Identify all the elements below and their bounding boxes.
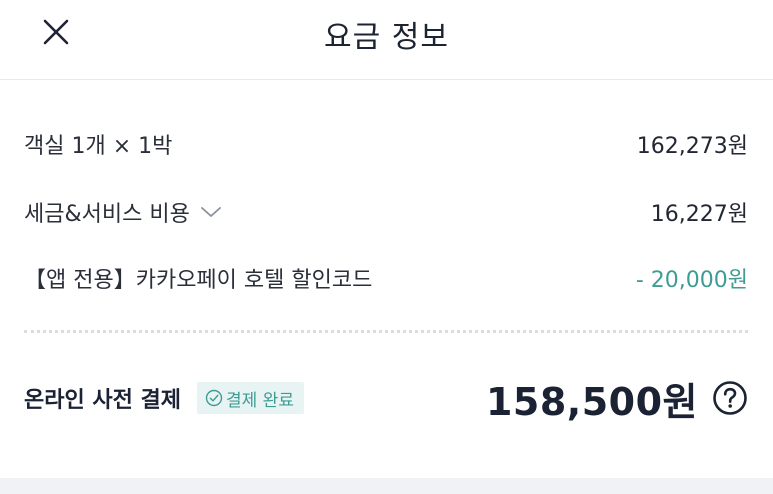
total-label: 온라인 사전 결제	[24, 388, 181, 413]
chevron-down-icon[interactable]	[200, 205, 222, 219]
fare-info-sheet: 요금 정보 객실 1개 × 1박 162,273원 세금&서비스 비용 16,2…	[0, 0, 773, 494]
bottom-section-divider	[0, 478, 773, 494]
discount-value: - 20,000원	[635, 268, 748, 293]
total-left: 온라인 사전 결제 결제 완료	[24, 382, 304, 414]
dotted-divider	[24, 330, 748, 333]
tax-service-label-wrap[interactable]: 세금&서비스 비용	[24, 196, 222, 228]
tax-service-label: 세금&서비스 비용	[24, 202, 190, 227]
discount-row: 【앱 전용】카카오페이 호텔 할인코드 - 20,000원	[24, 260, 748, 296]
total-amount: 158,500원	[485, 379, 698, 424]
tax-service-value: 16,227원	[650, 202, 748, 227]
total-right: 158,500원	[486, 371, 748, 426]
room-charge-label: 객실 1개 × 1박	[24, 134, 173, 159]
check-circle-icon	[205, 389, 223, 407]
room-charge-value: 162,273원	[636, 134, 748, 159]
room-charge-row: 객실 1개 × 1박 162,273원	[24, 126, 748, 162]
header: 요금 정보	[0, 0, 773, 80]
discount-label: 【앱 전용】카카오페이 호텔 할인코드	[24, 268, 373, 293]
total-row: 온라인 사전 결제 결제 완료 158,500원	[24, 372, 748, 424]
payment-status-badge: 결제 완료	[197, 382, 304, 414]
page-title: 요금 정보	[324, 20, 449, 55]
payment-status-text: 결제 완료	[226, 390, 294, 411]
question-circle-icon[interactable]	[712, 380, 748, 416]
tax-service-row[interactable]: 세금&서비스 비용 16,227원	[24, 194, 748, 230]
